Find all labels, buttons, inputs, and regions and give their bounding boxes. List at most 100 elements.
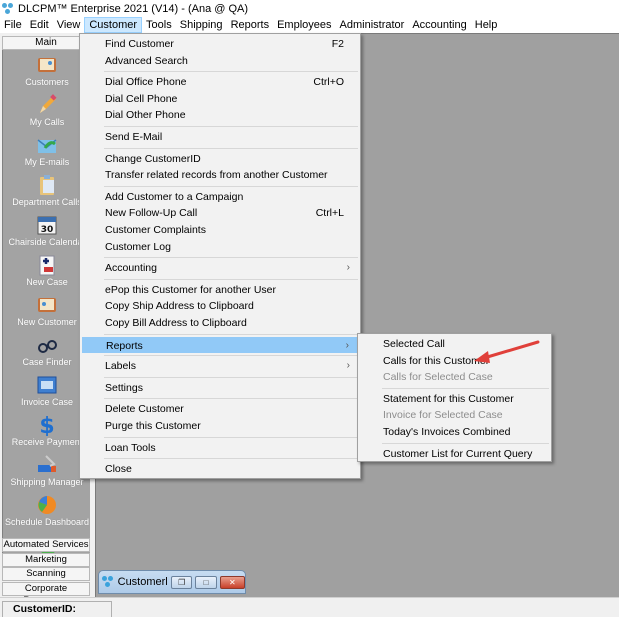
sidebar-item-label: Schedule Dashboard <box>4 517 90 527</box>
minimized-customer-window[interactable]: Customerl... ❐ □ ✕ <box>98 570 246 594</box>
chevron-right-icon: › <box>345 339 349 351</box>
menu-item-label: Add Customer to a Campaign <box>105 190 244 203</box>
sidebar-item-label: Department Calls <box>12 197 82 207</box>
restore-button[interactable]: ❐ <box>171 575 193 589</box>
menu-edit[interactable]: Edit <box>26 17 53 33</box>
menu-item-copy-ship-address-to-clipboard[interactable]: Copy Ship Address to Clipboard <box>82 298 358 314</box>
menu-item-transfer-related-records-from-another-customer[interactable]: Transfer related records from another Cu… <box>82 167 358 183</box>
menu-shipping[interactable]: Shipping <box>176 17 227 33</box>
sidebar-item-department-calls[interactable]: Department Calls <box>3 174 90 207</box>
sidebar-item-invoice-case[interactable]: Invoice Case <box>3 374 90 407</box>
menu-item-label: Selected Call <box>383 338 445 350</box>
menu-item-shortcut: Ctrl+L <box>315 207 344 220</box>
menu-reports[interactable]: Reports <box>227 17 274 33</box>
menu-item-accounting[interactable]: Accounting › <box>82 260 358 276</box>
menu-item-label: Statement for this Customer <box>383 392 514 405</box>
menu-help[interactable]: Help <box>471 17 502 33</box>
menu-item-new-follow-up-call[interactable]: New Follow-Up Call Ctrl+L <box>82 205 358 221</box>
customers-book-icon <box>36 54 58 76</box>
menu-item-label: Settings <box>105 381 143 394</box>
sidebar-item-case-finder[interactable]: Case Finder <box>3 334 90 367</box>
menu-item-customer-complaints[interactable]: Customer Complaints <box>82 222 358 238</box>
menu-item-calls-for-this-customer[interactable]: Calls for this Customer <box>360 353 549 369</box>
sidebar-group-scanning[interactable]: Scanning <box>2 567 90 581</box>
menu-item-invoice-for-selected-case: Invoice for Selected Case <box>360 407 549 423</box>
close-button[interactable]: ✕ <box>219 575 245 589</box>
menu-item-loan-tools[interactable]: Loan Tools <box>82 440 358 456</box>
menu-item-label: Change CustomerID <box>105 152 201 165</box>
menu-item-label: Advanced Search <box>105 54 188 67</box>
menu-item-statement-for-this-customer[interactable]: Statement for this Customer <box>360 391 549 407</box>
menu-item-close[interactable]: Close <box>82 461 358 477</box>
new-customer-book-icon <box>36 294 58 316</box>
menu-item-purge-this-customer[interactable]: Purge this Customer <box>82 418 358 434</box>
menu-item-label: Copy Bill Address to Clipboard <box>105 317 247 329</box>
menu-separator <box>104 436 358 438</box>
menu-accounting[interactable]: Accounting <box>408 17 470 33</box>
sidebar-item-new-case[interactable]: New Case <box>3 254 90 287</box>
menu-item-label: Delete Customer <box>105 403 184 416</box>
menu-item-today-s-invoices-combined[interactable]: Today's Invoices Combined <box>360 424 549 440</box>
menu-item-customer-log[interactable]: Customer Log <box>82 239 358 255</box>
menu-item-customer-list-for-current-query[interactable]: Customer List for Current Query <box>360 446 549 462</box>
shipping-icon <box>36 454 58 476</box>
sidebar-panel: ▾ CustomersMy CallsMy E-mailsDepartment … <box>2 50 90 568</box>
menu-item-label: Purge this Customer <box>105 420 201 432</box>
new-case-icon <box>36 254 58 276</box>
menu-view[interactable]: View <box>53 17 85 33</box>
sidebar-item-my-e-mails[interactable]: My E-mails <box>3 134 90 167</box>
menu-file[interactable]: File <box>0 17 26 33</box>
menu-item-add-customer-to-a-campaign[interactable]: Add Customer to a Campaign <box>82 189 358 205</box>
calendar-day: 30 <box>41 225 54 235</box>
menu-item-dial-other-phone[interactable]: Dial Other Phone <box>82 107 358 123</box>
menu-item-epop-this-customer-for-another-user[interactable]: ePop this Customer for another User <box>82 282 358 298</box>
sidebar-group-automated-services[interactable]: Automated Services <box>2 538 90 552</box>
menu-item-labels[interactable]: Labels › <box>82 358 358 374</box>
menu-item-selected-call[interactable]: Selected Call <box>360 336 549 352</box>
menu-item-label: Invoice for Selected Case <box>383 409 503 422</box>
menu-item-label: ePop this Customer for another User <box>105 283 276 296</box>
menu-customer[interactable]: Customer <box>84 17 143 33</box>
menu-item-advanced-search[interactable]: Advanced Search <box>82 53 358 69</box>
menu-item-calls-for-selected-case: Calls for Selected Case <box>360 369 549 385</box>
sidebar-item-schedule-dashboard[interactable]: Schedule Dashboard <box>3 494 90 527</box>
sidebar-item-label: My Calls <box>29 117 65 127</box>
menu-administrator[interactable]: Administrator <box>336 17 409 33</box>
sidebar-item-customers[interactable]: Customers <box>3 54 90 87</box>
reports-submenu: Selected Call Calls for this Customer Call… <box>357 333 552 462</box>
menu-item-label: Accounting <box>105 262 157 275</box>
menu-item-settings[interactable]: Settings <box>82 380 358 396</box>
sidebar-header-main[interactable]: Main <box>2 36 90 50</box>
maximize-button[interactable]: □ <box>195 575 217 589</box>
customer-id-status: CustomerID: 001JSJS <box>2 601 112 617</box>
pie-chart-icon <box>36 494 58 516</box>
menu-item-label: Find Customer <box>105 38 174 50</box>
menu-employees[interactable]: Employees <box>273 17 335 33</box>
sidebar-item-chairside-calendar[interactable]: 30 Chairside Calendar <box>3 214 90 247</box>
sidebar-item-shipping-manager[interactable]: Shipping Manager <box>3 454 90 487</box>
chevron-right-icon: › <box>346 262 350 274</box>
sidebar-group-corporate-resources[interactable]: Corporate Resources <box>2 581 90 606</box>
menu-item-label: Send E-Mail <box>105 131 163 143</box>
menu-tools[interactable]: Tools <box>142 17 176 33</box>
sidebar-group-marketing[interactable]: Marketing <box>2 552 90 567</box>
menu-item-dial-office-phone[interactable]: Dial Office Phone Ctrl+O <box>82 74 358 90</box>
menu-separator <box>104 185 358 187</box>
sidebar-item-my-calls[interactable]: My Calls <box>3 94 90 127</box>
menu-item-label: Labels <box>105 360 136 373</box>
status-bar: CustomerID: 001JSJS <box>0 597 619 617</box>
sidebar-item-new-customer[interactable]: New Customer <box>3 294 90 327</box>
glasses-icon <box>36 334 58 356</box>
menu-item-reports[interactable]: Reports › <box>82 336 358 353</box>
sidebar-item-receive-payment[interactable]: $ Receive Payment <box>3 414 90 447</box>
sidebar-item-label: Invoice Case <box>20 397 74 407</box>
menu-item-send-e-mail[interactable]: Send E-Mail <box>82 129 358 145</box>
menu-item-find-customer[interactable]: Find Customer F2 <box>82 36 358 52</box>
menu-item-change-customerid[interactable]: Change CustomerID <box>82 151 358 167</box>
menu-item-copy-bill-address-to-clipboard[interactable]: Copy Bill Address to Clipboard <box>82 315 358 331</box>
menu-item-dial-cell-phone[interactable]: Dial Cell Phone <box>82 91 358 107</box>
menu-item-delete-customer[interactable]: Delete Customer <box>82 401 358 417</box>
menu-item-label: Calls for Selected Case <box>383 371 493 384</box>
sidebar-item-label: Customers <box>25 77 69 87</box>
menu-item-label: Dial Office Phone <box>105 76 187 89</box>
